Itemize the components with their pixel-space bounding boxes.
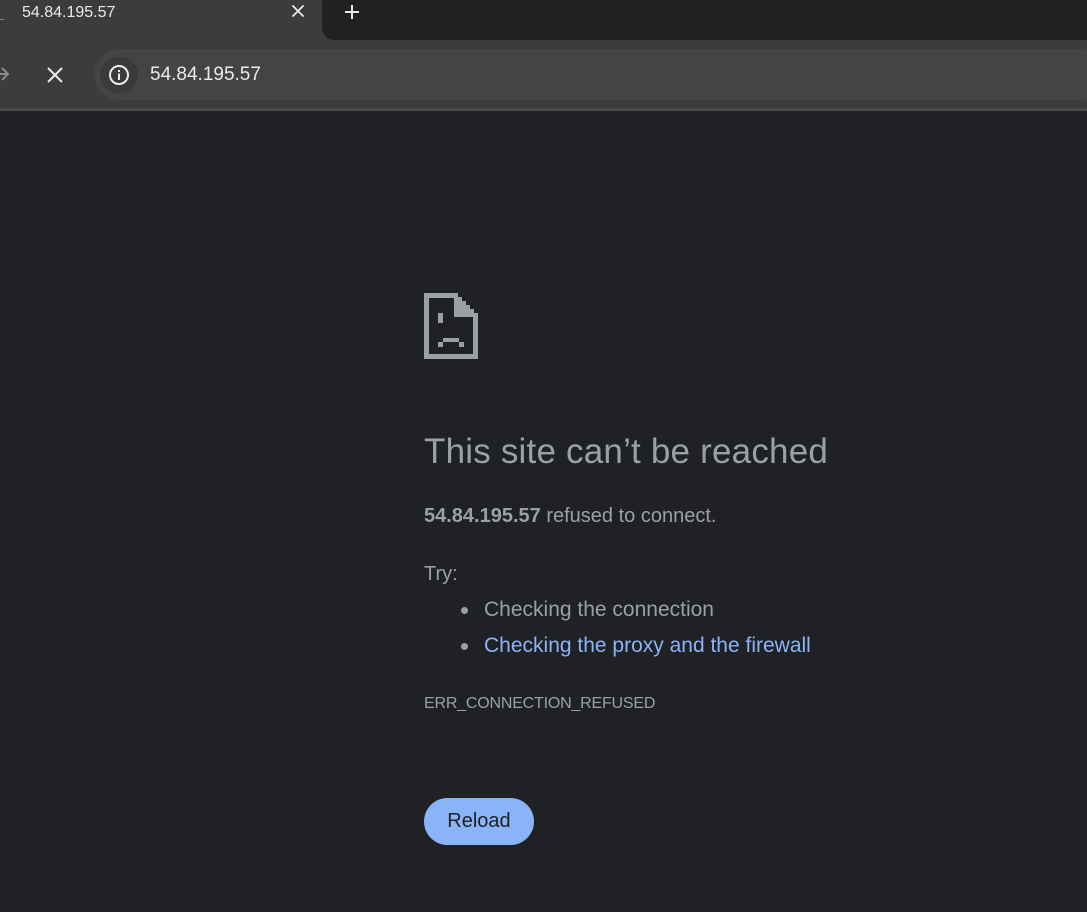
info-icon bbox=[109, 65, 129, 85]
site-info-button[interactable] bbox=[100, 57, 138, 93]
suggestions-list: Checking the connection Checking the pro… bbox=[424, 596, 811, 668]
forward-button[interactable] bbox=[0, 62, 12, 86]
close-icon bbox=[292, 5, 304, 17]
suggestion-item: Checking the connection bbox=[424, 596, 811, 632]
error-heading: This site can’t be reached bbox=[424, 432, 829, 471]
try-label: Try: bbox=[424, 563, 458, 585]
url-text[interactable]: 54.84.195.57 bbox=[150, 63, 261, 87]
plus-icon bbox=[345, 5, 359, 19]
tab-close-button[interactable] bbox=[287, 0, 309, 22]
error-code: ERR_CONNECTION_REFUSED bbox=[424, 695, 656, 712]
suggestion-item[interactable]: Checking the proxy and the firewall bbox=[424, 632, 811, 668]
tab-active[interactable]: 54.84.195.57 bbox=[0, 0, 334, 40]
sad-document-icon bbox=[424, 293, 478, 359]
bullet-icon bbox=[461, 607, 468, 614]
close-icon bbox=[47, 67, 63, 83]
proxy-firewall-link[interactable]: Checking the proxy and the firewall bbox=[484, 634, 811, 657]
error-summary-text: refused to connect. bbox=[540, 505, 717, 527]
error-host: 54.84.195.57 bbox=[424, 505, 541, 527]
suggestion-text: Checking the connection bbox=[484, 598, 714, 621]
tab-title: 54.84.195.57 bbox=[22, 4, 116, 21]
stop-loading-button[interactable] bbox=[42, 62, 68, 88]
new-tab-button[interactable] bbox=[338, 0, 366, 24]
tab-favicon-icon bbox=[0, 14, 4, 20]
arrow-right-icon bbox=[0, 67, 10, 81]
reload-button[interactable]: Reload bbox=[424, 798, 534, 845]
error-summary: 54.84.195.57 refused to connect. bbox=[424, 502, 716, 530]
bullet-icon bbox=[461, 643, 468, 650]
